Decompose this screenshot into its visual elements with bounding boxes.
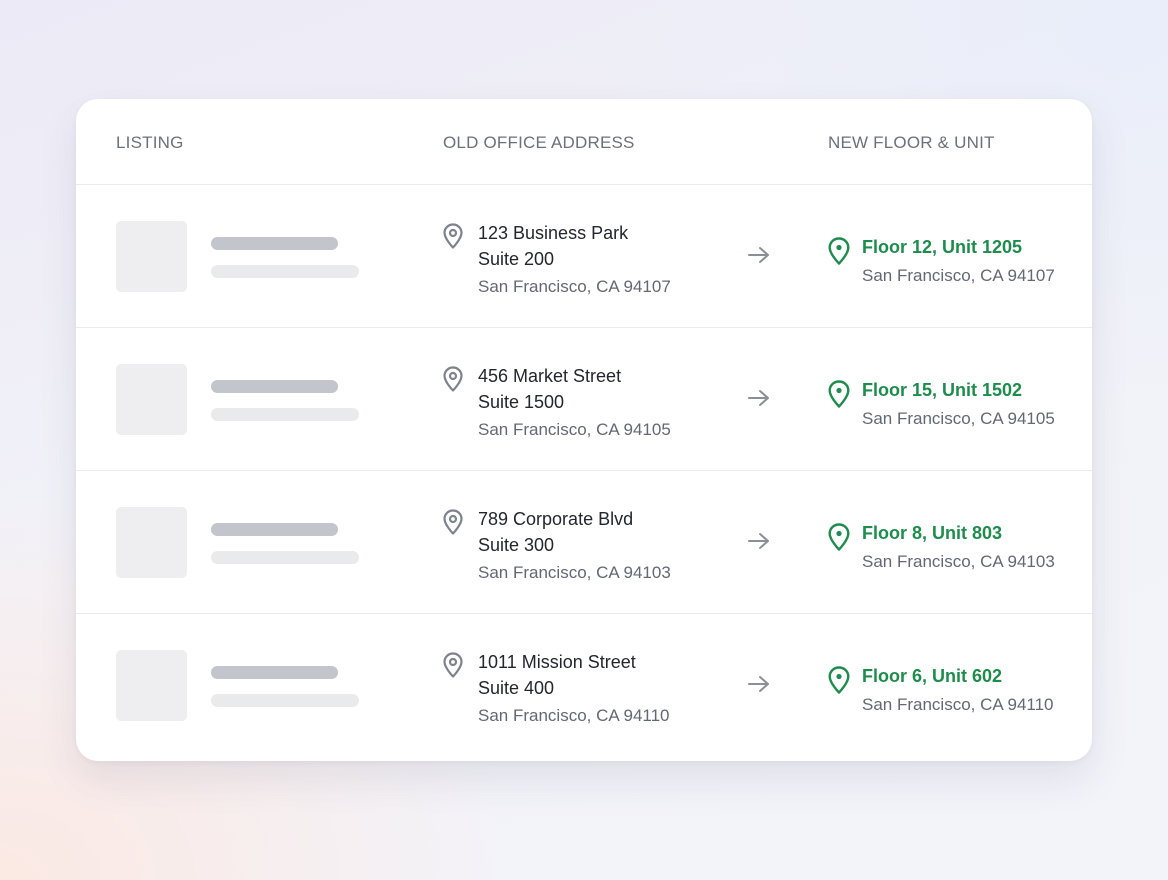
listing-subtitle-placeholder xyxy=(211,408,359,421)
map-pin-icon xyxy=(828,380,850,408)
table-row[interactable]: 123 Business Park Suite 200 San Francisc… xyxy=(76,185,1092,328)
listing-thumbnail-placeholder xyxy=(116,364,187,435)
old-address-suite: Suite 200 xyxy=(478,249,555,269)
map-pin-icon xyxy=(443,509,463,535)
new-address-city: San Francisco, CA 94103 xyxy=(862,552,1055,571)
old-address-city: San Francisco, CA 94110 xyxy=(478,706,670,725)
arrow-right-icon xyxy=(748,676,769,692)
map-pin-icon xyxy=(828,666,850,694)
map-pin-icon xyxy=(828,237,850,265)
arrow-right-icon xyxy=(748,390,769,406)
old-address-city: San Francisco, CA 94107 xyxy=(478,277,671,296)
listing-title-placeholder xyxy=(211,523,338,536)
new-floor-unit: Floor 12, Unit 1205 xyxy=(862,237,1023,257)
listing-subtitle-placeholder xyxy=(211,551,359,564)
new-address-city: San Francisco, CA 94105 xyxy=(862,409,1055,428)
address-migration-card: LISTING OLD OFFICE ADDRESS NEW FLOOR & U… xyxy=(76,99,1092,761)
old-address-street: 456 Market Street xyxy=(478,366,622,386)
old-address-street: 123 Business Park xyxy=(478,223,629,243)
old-address-city: San Francisco, CA 94105 xyxy=(478,420,671,439)
listing-title-placeholder xyxy=(211,666,338,679)
arrow-right-icon xyxy=(748,247,769,263)
listing-title-placeholder xyxy=(211,380,338,393)
old-address: 789 Corporate Blvd Suite 300 San Francis… xyxy=(478,506,671,586)
column-header-new-unit: NEW FLOOR & UNIT xyxy=(828,133,995,152)
table-row[interactable]: 456 Market Street Suite 1500 San Francis… xyxy=(76,328,1092,471)
old-address-street: 1011 Mission Street xyxy=(478,652,636,672)
old-address-suite: Suite 1500 xyxy=(478,392,565,412)
column-header-listing: LISTING xyxy=(116,133,184,152)
table-row[interactable]: 1011 Mission Street Suite 400 San Franci… xyxy=(76,614,1092,756)
arrow-right-icon xyxy=(748,533,769,549)
table-row[interactable]: 789 Corporate Blvd Suite 300 San Francis… xyxy=(76,471,1092,614)
new-floor-unit: Floor 15, Unit 1502 xyxy=(862,380,1023,400)
map-pin-icon xyxy=(443,652,463,678)
listing-thumbnail-placeholder xyxy=(116,650,187,721)
listing-subtitle-placeholder xyxy=(211,265,359,278)
new-address: Floor 15, Unit 1502 San Francisco, CA 94… xyxy=(862,377,1055,432)
new-address-city: San Francisco, CA 94107 xyxy=(862,266,1055,285)
new-address: Floor 12, Unit 1205 San Francisco, CA 94… xyxy=(862,234,1055,289)
new-floor-unit: Floor 8, Unit 803 xyxy=(862,523,1003,543)
listing-thumbnail-placeholder xyxy=(116,221,187,292)
table-header: LISTING OLD OFFICE ADDRESS NEW FLOOR & U… xyxy=(76,99,1092,185)
old-address: 123 Business Park Suite 200 San Francisc… xyxy=(478,220,671,300)
map-pin-icon xyxy=(443,366,463,392)
old-address: 456 Market Street Suite 1500 San Francis… xyxy=(478,363,671,443)
old-address-city: San Francisco, CA 94103 xyxy=(478,563,671,582)
new-address: Floor 8, Unit 803 San Francisco, CA 9410… xyxy=(862,520,1055,575)
old-address-street: 789 Corporate Blvd xyxy=(478,509,634,529)
map-pin-icon xyxy=(443,223,463,249)
listing-thumbnail-placeholder xyxy=(116,507,187,578)
column-header-old-address: OLD OFFICE ADDRESS xyxy=(443,133,635,152)
listing-title-placeholder xyxy=(211,237,338,250)
old-address: 1011 Mission Street Suite 400 San Franci… xyxy=(478,649,670,729)
listing-subtitle-placeholder xyxy=(211,694,359,707)
new-address-city: San Francisco, CA 94110 xyxy=(862,695,1054,714)
old-address-suite: Suite 400 xyxy=(478,678,555,698)
old-address-suite: Suite 300 xyxy=(478,535,555,555)
map-pin-icon xyxy=(828,523,850,551)
new-floor-unit: Floor 6, Unit 602 xyxy=(862,666,1003,686)
new-address: Floor 6, Unit 602 San Francisco, CA 9411… xyxy=(862,663,1054,718)
